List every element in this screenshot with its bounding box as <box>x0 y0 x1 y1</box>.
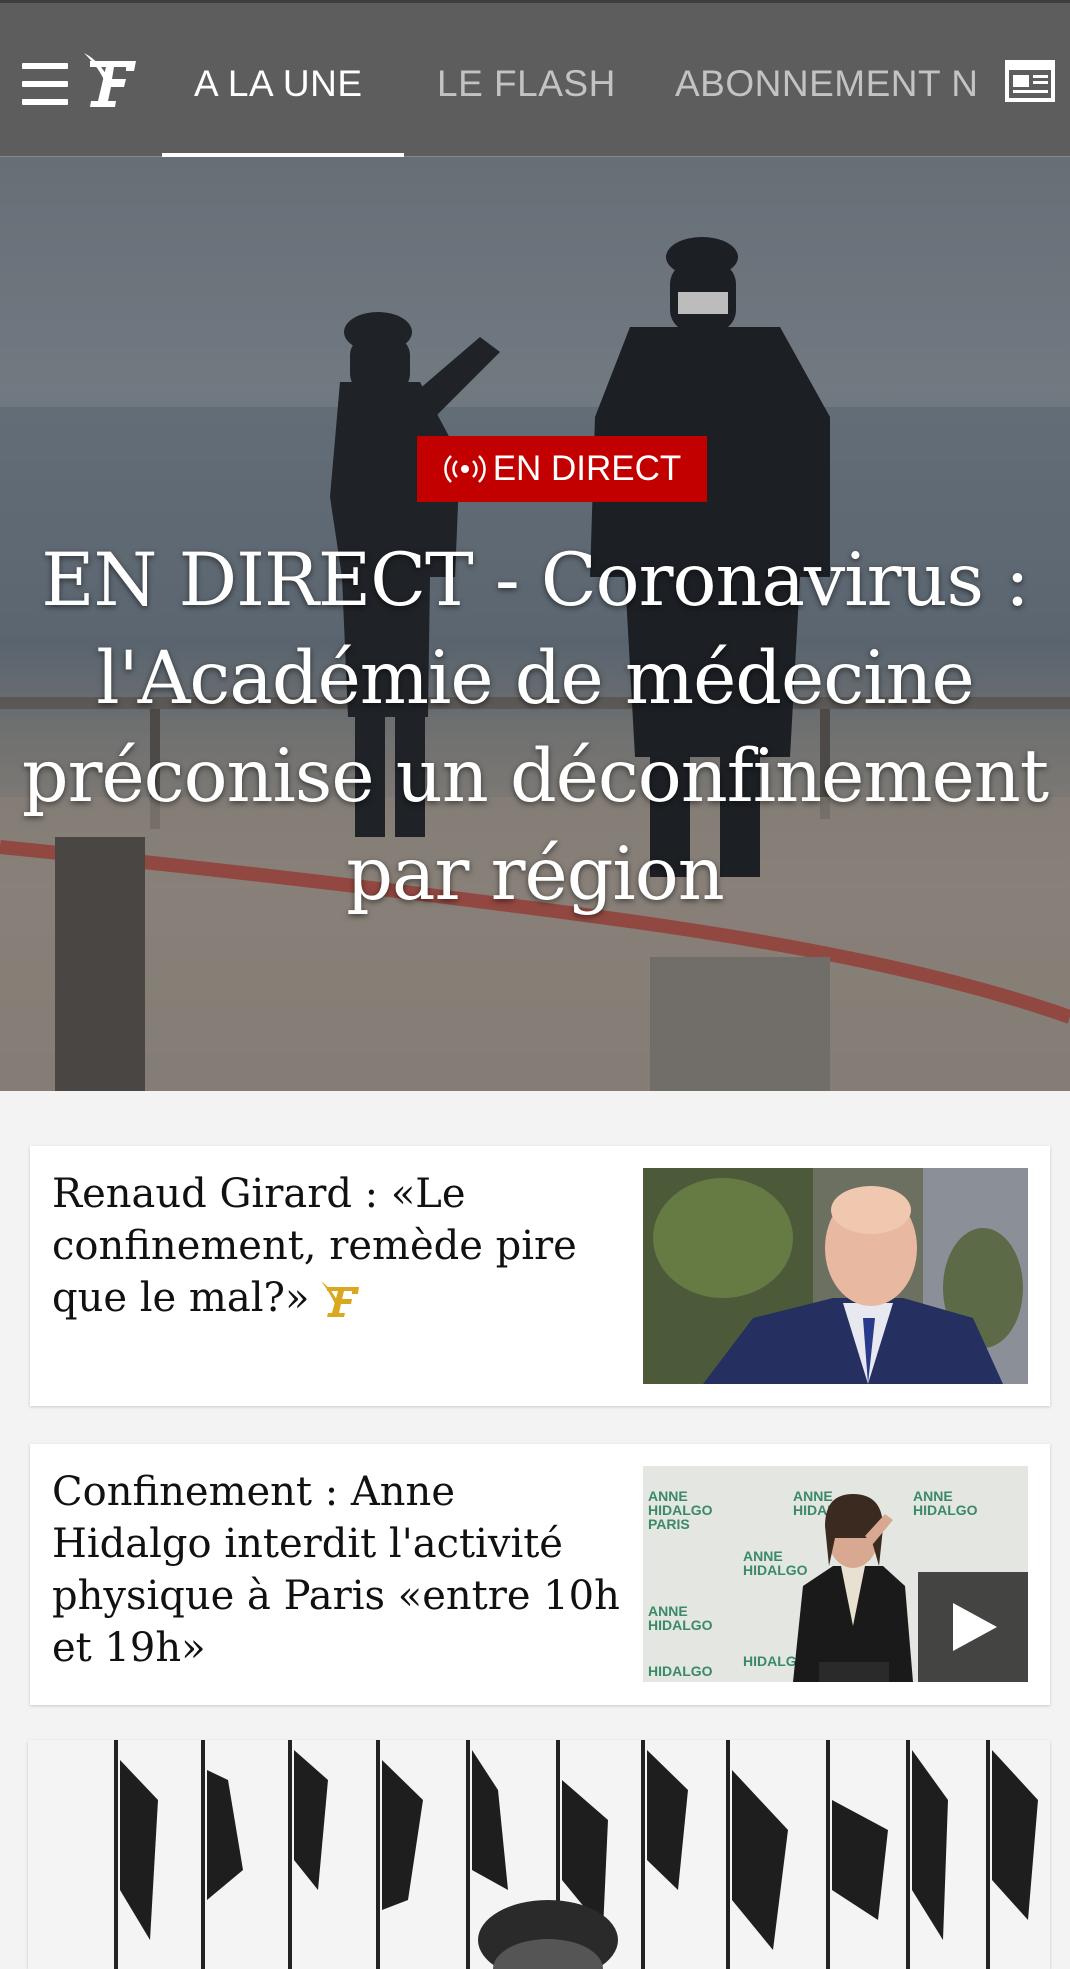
newspaper-icon[interactable] <box>1004 59 1056 103</box>
figaro-premium-icon <box>321 1281 360 1317</box>
article-thumbnail: ANNE HIDALGO PARIS ANNE HIDALGO ANNE HIDALGO… <box>643 1466 1028 1682</box>
tab-le-flash[interactable]: LE FLASH <box>437 59 616 109</box>
article-card[interactable]: Renaud Girard : «Le confinement, remède … <box>30 1146 1050 1406</box>
live-badge: EN DIRECT <box>417 436 707 502</box>
article-title[interactable]: Confinement : Anne Hidalgo interdit l'ac… <box>52 1466 622 1674</box>
top-navigation-bar: A LA UNE LE FLASH ABONNEMENT N <box>0 0 1070 159</box>
tab-abonnement[interactable]: ABONNEMENT N <box>675 59 978 109</box>
hero-headline[interactable]: EN DIRECT - Coronavirus : l'Académie de … <box>20 532 1050 924</box>
tab-abonnement-clip: ABONNEMENT N <box>675 43 980 123</box>
tab-a-la-une[interactable]: A LA UNE <box>194 59 363 109</box>
article-card[interactable]: Confinement : Anne Hidalgo interdit l'ac… <box>30 1444 1050 1705</box>
broadcast-icon <box>443 455 486 483</box>
video-play-button[interactable] <box>918 1572 1028 1682</box>
article-card-image[interactable] <box>28 1740 1050 1969</box>
svg-text:HIDALGO: HIDALGO <box>648 1663 713 1679</box>
play-icon <box>953 1603 997 1651</box>
menu-icon[interactable] <box>22 63 68 105</box>
hero-article[interactable]: EN DIRECT EN DIRECT - Coronavirus : l'Ac… <box>0 157 1070 1091</box>
svg-text:HIDALGO: HIDALGO <box>648 1617 713 1633</box>
svg-text:HIDALGO: HIDALGO <box>743 1562 808 1578</box>
article-thumbnail <box>643 1168 1028 1384</box>
figaro-logo[interactable] <box>76 49 140 111</box>
svg-text:HIDALGO: HIDALGO <box>913 1502 978 1518</box>
svg-text:PARIS: PARIS <box>648 1516 690 1532</box>
article-photo <box>28 1740 1050 1969</box>
article-title[interactable]: Renaud Girard : «Le confinement, remède … <box>52 1168 622 1324</box>
live-badge-label: EN DIRECT <box>492 449 682 488</box>
